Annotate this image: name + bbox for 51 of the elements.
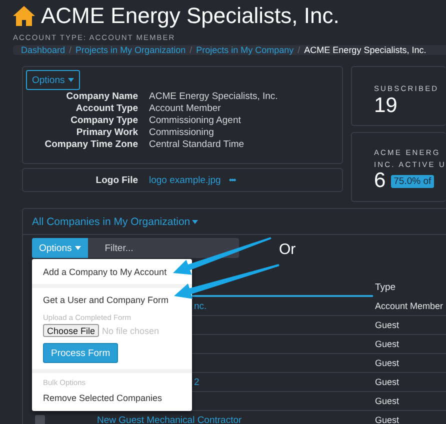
company-link[interactable]: New Guest Mechanical Contractor: [97, 414, 242, 424]
column-header[interactable]: Type: [373, 282, 446, 292]
type-cell-text: Guest: [374, 415, 400, 424]
breadcrumb-link[interactable]: Projects in My Company: [196, 45, 294, 55]
breadcrumb-separator: /: [298, 45, 300, 55]
detail-value: Central Standard Time: [149, 139, 246, 151]
panel-title-dropdown[interactable]: All Companies in My Organization: [32, 216, 198, 228]
breadcrumb-link[interactable]: Dashboard: [21, 45, 66, 55]
current-page-label: ACME Energy Specialists, Inc.: [304, 45, 426, 55]
detail-value: Commissioning Agent: [149, 115, 242, 127]
type-cell-text: Guest: [374, 396, 400, 406]
page-title: ACME Energy Specialists, Inc.: [41, 3, 340, 29]
type-cell-text: Account Member: [374, 301, 444, 311]
options-button[interactable]: Options: [26, 70, 80, 90]
options-button[interactable]: Options: [32, 238, 88, 258]
type-cell-text: Guest: [374, 377, 400, 387]
logo-file-link[interactable]: logo example.jpg: [149, 174, 221, 186]
stat-value: 19: [374, 94, 398, 116]
caret-icon: [68, 78, 74, 82]
company-link[interactable]: nc.: [194, 300, 207, 312]
breadcrumb-separator: /: [190, 45, 192, 55]
type-cell-text: Guest: [374, 320, 400, 330]
detail-label: Company Name: [65, 91, 138, 103]
annotation-text: Or: [279, 241, 296, 258]
menu-item[interactable]: Remove Selected Companies: [32, 388, 192, 408]
file-status: No file chosen: [102, 326, 160, 336]
breadcrumb-link[interactable]: Projects in My Organization: [76, 45, 186, 55]
choose-file-button[interactable]: Choose File: [43, 324, 100, 337]
breadcrumb-separator: /: [69, 45, 72, 55]
detail-label: Account Type: [74, 103, 138, 115]
process-form-button[interactable]: Process Form: [43, 343, 118, 363]
detail-label: Company Type: [70, 115, 138, 127]
filter-field[interactable]: Filter...: [88, 238, 239, 258]
type-cell-text: Guest: [374, 358, 400, 368]
detail-label: Primary Work: [75, 127, 138, 139]
detail-value: Commissioning: [149, 127, 215, 139]
company-link[interactable]: 2: [194, 376, 200, 388]
caret-icon: [74, 246, 81, 250]
row-checkbox[interactable]: [35, 415, 45, 424]
stat-value: 6: [374, 170, 386, 192]
detail-value: Account Member: [149, 103, 222, 115]
menu-item[interactable]: Get a User and Company Form: [32, 290, 192, 310]
detail-label: Company Time Zone: [44, 139, 138, 151]
detail-value: ACME Energy Specialists, Inc.: [149, 91, 279, 103]
type-cell-text: Guest: [374, 339, 400, 349]
caret-icon: [192, 220, 198, 224]
more-icon[interactable]: •••: [228, 175, 236, 185]
percent-badge: 75.0% of: [390, 174, 434, 188]
menu-item[interactable]: Add a Company to My Account: [32, 262, 192, 282]
home-icon[interactable]: [13, 6, 35, 26]
detail-label: Logo File: [94, 174, 138, 186]
